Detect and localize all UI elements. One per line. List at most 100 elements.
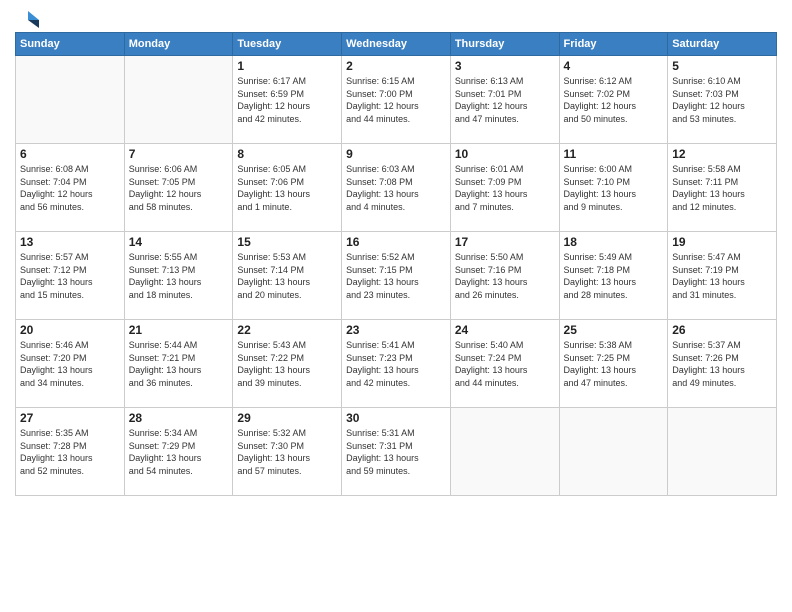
- day-number: 22: [237, 323, 337, 337]
- day-info: Sunrise: 5:37 AM Sunset: 7:26 PM Dayligh…: [672, 339, 772, 389]
- day-info: Sunrise: 5:58 AM Sunset: 7:11 PM Dayligh…: [672, 163, 772, 213]
- day-info: Sunrise: 6:05 AM Sunset: 7:06 PM Dayligh…: [237, 163, 337, 213]
- day-number: 7: [129, 147, 229, 161]
- calendar-day-cell: 30 Sunrise: 5:31 AM Sunset: 7:31 PM Dayli…: [342, 408, 451, 496]
- calendar-day-cell: 10 Sunrise: 6:01 AM Sunset: 7:09 PM Dayli…: [450, 144, 559, 232]
- calendar-day-cell: 19 Sunrise: 5:47 AM Sunset: 7:19 PM Dayli…: [668, 232, 777, 320]
- day-number: 6: [20, 147, 120, 161]
- calendar-day-cell: 6Sunrise: 6:08 AM Sunset: 7:04 PM Daylig…: [16, 144, 125, 232]
- day-number: 29: [237, 411, 337, 425]
- day-info: Sunrise: 5:57 AM Sunset: 7:12 PM Dayligh…: [20, 251, 120, 301]
- header-friday: Friday: [559, 33, 668, 56]
- day-number: 17: [455, 235, 555, 249]
- calendar-day-cell: [559, 408, 668, 496]
- calendar-day-cell: 15 Sunrise: 5:53 AM Sunset: 7:14 PM Dayli…: [233, 232, 342, 320]
- day-number: 2: [346, 59, 446, 73]
- day-info: Sunrise: 6:10 AM Sunset: 7:03 PM Dayligh…: [672, 75, 772, 125]
- calendar-day-cell: 21Sunrise: 5:44 AM Sunset: 7:21 PM Dayli…: [124, 320, 233, 408]
- calendar-day-cell: 12 Sunrise: 5:58 AM Sunset: 7:11 PM Dayli…: [668, 144, 777, 232]
- day-number: 12: [672, 147, 772, 161]
- day-number: 8: [237, 147, 337, 161]
- day-info: Sunrise: 6:13 AM Sunset: 7:01 PM Dayligh…: [455, 75, 555, 125]
- day-number: 9: [346, 147, 446, 161]
- calendar-day-cell: 1 Sunrise: 6:17 AM Sunset: 6:59 PM Daylig…: [233, 56, 342, 144]
- day-number: 11: [564, 147, 664, 161]
- day-info: Sunrise: 5:34 AM Sunset: 7:29 PM Dayligh…: [129, 427, 229, 477]
- calendar-day-cell: 4 Sunrise: 6:12 AM Sunset: 7:02 PM Daylig…: [559, 56, 668, 144]
- calendar-day-cell: 28 Sunrise: 5:34 AM Sunset: 7:29 PM Dayli…: [124, 408, 233, 496]
- page-container: Sunday Monday Tuesday Wednesday Thursday…: [0, 0, 792, 506]
- day-number: 1: [237, 59, 337, 73]
- day-info: Sunrise: 5:55 AM Sunset: 7:13 PM Dayligh…: [129, 251, 229, 301]
- calendar-week-row: 1 Sunrise: 6:17 AM Sunset: 6:59 PM Daylig…: [16, 56, 777, 144]
- day-info: Sunrise: 6:01 AM Sunset: 7:09 PM Dayligh…: [455, 163, 555, 213]
- calendar-day-cell: 2 Sunrise: 6:15 AM Sunset: 7:00 PM Daylig…: [342, 56, 451, 144]
- logo-flag-icon: [17, 10, 39, 28]
- calendar-day-cell: 23Sunrise: 5:41 AM Sunset: 7:23 PM Dayli…: [342, 320, 451, 408]
- day-info: Sunrise: 6:06 AM Sunset: 7:05 PM Dayligh…: [129, 163, 229, 213]
- calendar-day-cell: 14 Sunrise: 5:55 AM Sunset: 7:13 PM Dayli…: [124, 232, 233, 320]
- calendar-day-cell: 3 Sunrise: 6:13 AM Sunset: 7:01 PM Daylig…: [450, 56, 559, 144]
- header-sunday: Sunday: [16, 33, 125, 56]
- day-number: 21: [129, 323, 229, 337]
- calendar-day-cell: 27Sunrise: 5:35 AM Sunset: 7:28 PM Dayli…: [16, 408, 125, 496]
- calendar-day-cell: 9 Sunrise: 6:03 AM Sunset: 7:08 PM Daylig…: [342, 144, 451, 232]
- header-wednesday: Wednesday: [342, 33, 451, 56]
- day-number: 30: [346, 411, 446, 425]
- calendar-day-cell: 24 Sunrise: 5:40 AM Sunset: 7:24 PM Dayli…: [450, 320, 559, 408]
- header-saturday: Saturday: [668, 33, 777, 56]
- header-thursday: Thursday: [450, 33, 559, 56]
- day-number: 20: [20, 323, 120, 337]
- day-number: 28: [129, 411, 229, 425]
- calendar-day-cell: 26 Sunrise: 5:37 AM Sunset: 7:26 PM Dayli…: [668, 320, 777, 408]
- day-number: 14: [129, 235, 229, 249]
- day-number: 16: [346, 235, 446, 249]
- day-info: Sunrise: 6:12 AM Sunset: 7:02 PM Dayligh…: [564, 75, 664, 125]
- calendar-day-cell: [450, 408, 559, 496]
- calendar-day-cell: [16, 56, 125, 144]
- header-tuesday: Tuesday: [233, 33, 342, 56]
- day-info: Sunrise: 5:31 AM Sunset: 7:31 PM Dayligh…: [346, 427, 446, 477]
- day-info: Sunrise: 6:03 AM Sunset: 7:08 PM Dayligh…: [346, 163, 446, 213]
- calendar-day-cell: [124, 56, 233, 144]
- header-monday: Monday: [124, 33, 233, 56]
- calendar-day-cell: 11 Sunrise: 6:00 AM Sunset: 7:10 PM Dayli…: [559, 144, 668, 232]
- day-number: 4: [564, 59, 664, 73]
- calendar-day-cell: 5 Sunrise: 6:10 AM Sunset: 7:03 PM Daylig…: [668, 56, 777, 144]
- calendar-day-cell: 22 Sunrise: 5:43 AM Sunset: 7:22 PM Dayli…: [233, 320, 342, 408]
- day-number: 24: [455, 323, 555, 337]
- calendar-day-cell: 18Sunrise: 5:49 AM Sunset: 7:18 PM Dayli…: [559, 232, 668, 320]
- calendar-week-row: 13Sunrise: 5:57 AM Sunset: 7:12 PM Dayli…: [16, 232, 777, 320]
- calendar-day-cell: 16 Sunrise: 5:52 AM Sunset: 7:15 PM Dayli…: [342, 232, 451, 320]
- day-info: Sunrise: 5:38 AM Sunset: 7:25 PM Dayligh…: [564, 339, 664, 389]
- day-info: Sunrise: 6:00 AM Sunset: 7:10 PM Dayligh…: [564, 163, 664, 213]
- day-number: 3: [455, 59, 555, 73]
- day-info: Sunrise: 5:47 AM Sunset: 7:19 PM Dayligh…: [672, 251, 772, 301]
- day-info: Sunrise: 5:53 AM Sunset: 7:14 PM Dayligh…: [237, 251, 337, 301]
- day-number: 5: [672, 59, 772, 73]
- day-number: 27: [20, 411, 120, 425]
- day-info: Sunrise: 5:52 AM Sunset: 7:15 PM Dayligh…: [346, 251, 446, 301]
- day-number: 26: [672, 323, 772, 337]
- day-info: Sunrise: 6:15 AM Sunset: 7:00 PM Dayligh…: [346, 75, 446, 125]
- calendar-day-cell: 8 Sunrise: 6:05 AM Sunset: 7:06 PM Daylig…: [233, 144, 342, 232]
- calendar-day-cell: 25 Sunrise: 5:38 AM Sunset: 7:25 PM Dayli…: [559, 320, 668, 408]
- day-number: 19: [672, 235, 772, 249]
- day-info: Sunrise: 5:43 AM Sunset: 7:22 PM Dayligh…: [237, 339, 337, 389]
- day-number: 25: [564, 323, 664, 337]
- day-number: 23: [346, 323, 446, 337]
- day-number: 18: [564, 235, 664, 249]
- page-header: [15, 10, 777, 24]
- day-number: 10: [455, 147, 555, 161]
- logo: [15, 10, 39, 24]
- calendar-day-cell: 13Sunrise: 5:57 AM Sunset: 7:12 PM Dayli…: [16, 232, 125, 320]
- calendar-day-cell: 17Sunrise: 5:50 AM Sunset: 7:16 PM Dayli…: [450, 232, 559, 320]
- calendar-week-row: 20Sunrise: 5:46 AM Sunset: 7:20 PM Dayli…: [16, 320, 777, 408]
- calendar-week-row: 27Sunrise: 5:35 AM Sunset: 7:28 PM Dayli…: [16, 408, 777, 496]
- day-info: Sunrise: 5:40 AM Sunset: 7:24 PM Dayligh…: [455, 339, 555, 389]
- calendar-day-cell: 7 Sunrise: 6:06 AM Sunset: 7:05 PM Daylig…: [124, 144, 233, 232]
- logo-area: [15, 10, 39, 24]
- calendar-day-cell: [668, 408, 777, 496]
- day-number: 15: [237, 235, 337, 249]
- day-info: Sunrise: 6:17 AM Sunset: 6:59 PM Dayligh…: [237, 75, 337, 125]
